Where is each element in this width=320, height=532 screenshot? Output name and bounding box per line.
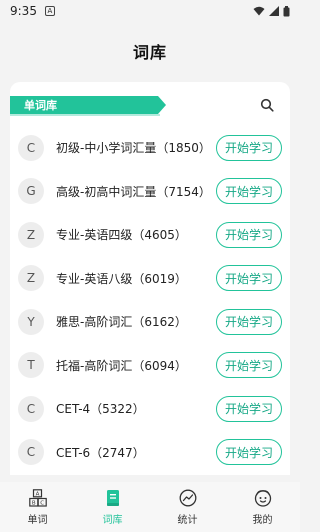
wordbook-list: C 初级-中小学词汇量（1850） 开始学习 G 高级-初高中词汇量（7154）…: [10, 126, 290, 474]
list-item: Y 雅思-高阶词汇（6162） 开始学习: [10, 300, 290, 344]
face-icon: [253, 488, 273, 508]
nav-label: 统计: [177, 515, 198, 526]
list-item: Z 专业-英语四级（4605） 开始学习: [10, 213, 290, 257]
start-learning-button[interactable]: 开始学习: [216, 221, 282, 248]
status-time: 9:35: [10, 4, 37, 18]
wordbook-title: 托福-高阶词汇（6094）: [56, 358, 187, 373]
letter-avatar: C: [18, 395, 44, 422]
svg-text:A: A: [35, 492, 39, 498]
letter-avatar: Z: [18, 265, 44, 292]
search-icon: [260, 98, 274, 112]
list-item: G 高级-初高中词汇量（7154） 开始学习: [10, 170, 290, 214]
letter-avatar: T: [18, 352, 44, 379]
wordbook-title: 专业-英语八级（6019）: [56, 271, 187, 286]
list-item: C 初级-中小学词汇量（1850） 开始学习: [10, 126, 290, 170]
section-tab-label: 单词库: [24, 99, 57, 112]
list-item: Z 专业-英语八级（6019） 开始学习: [10, 257, 290, 301]
letter-avatar: Y: [18, 308, 44, 335]
wordbook-title: 专业-英语四级（4605）: [56, 228, 187, 243]
start-learning-button[interactable]: 开始学习: [216, 178, 282, 205]
wordbook-title: CET-4（5322）: [56, 402, 145, 417]
wifi-icon: [253, 6, 265, 16]
svg-text:C: C: [40, 500, 44, 506]
nav-label: 我的: [252, 515, 273, 526]
nav-label: 单词: [27, 515, 48, 526]
svg-text:B: B: [31, 500, 35, 506]
start-learning-button[interactable]: 开始学习: [216, 265, 282, 292]
start-learning-button[interactable]: 开始学习: [216, 352, 282, 379]
letter-avatar: G: [18, 178, 44, 205]
letter-avatar: C: [18, 439, 44, 466]
notification-app-icon: A: [44, 6, 55, 16]
battery-icon: [283, 5, 290, 16]
search-button[interactable]: [258, 96, 276, 114]
book-icon: [103, 488, 123, 508]
nav-tab-me[interactable]: 我的: [225, 482, 300, 532]
wordbook-card: 单词库 C 初级-中小学词汇量（1850） 开始学习 G 高级-初高中词汇量（7…: [10, 82, 290, 475]
list-item: C CET-4（5322） 开始学习: [10, 387, 290, 431]
nav-tab-stats[interactable]: 统计: [150, 482, 225, 532]
abc-blocks-icon: A B C: [28, 488, 48, 508]
start-learning-button[interactable]: 开始学习: [216, 395, 282, 422]
letter-avatar: Z: [18, 221, 44, 248]
page-title: 词库: [132, 43, 167, 62]
start-learning-button[interactable]: 开始学习: [216, 439, 282, 466]
status-bar: 9:35 A: [0, 0, 300, 22]
chart-icon: [178, 488, 198, 508]
nav-tab-words[interactable]: A B C 单词: [0, 482, 75, 532]
bottom-navigation: A B C 单词 词库 统计 我的: [0, 482, 300, 532]
list-item: C CET-6（2747） 开始学习: [10, 431, 290, 475]
nav-label: 词库: [102, 515, 123, 526]
wordbook-title: 雅思-高阶词汇（6162）: [56, 315, 187, 330]
cell-signal-icon: [269, 6, 279, 16]
section-divider: [10, 114, 160, 116]
letter-avatar: C: [18, 134, 44, 161]
section-tab: 单词库: [10, 96, 166, 114]
wordbook-title: 高级-初高中词汇量（7154）: [56, 184, 211, 199]
start-learning-button[interactable]: 开始学习: [216, 308, 282, 335]
app-header: 词库: [0, 22, 300, 80]
wordbook-title: CET-6（2747）: [56, 445, 145, 460]
status-indicators: [253, 5, 290, 17]
list-item: T 托福-高阶词汇（6094） 开始学习: [10, 344, 290, 388]
nav-tab-wordbank[interactable]: 词库: [75, 482, 150, 532]
wordbook-title: 初级-中小学词汇量（1850）: [56, 141, 211, 156]
start-learning-button[interactable]: 开始学习: [216, 134, 282, 161]
